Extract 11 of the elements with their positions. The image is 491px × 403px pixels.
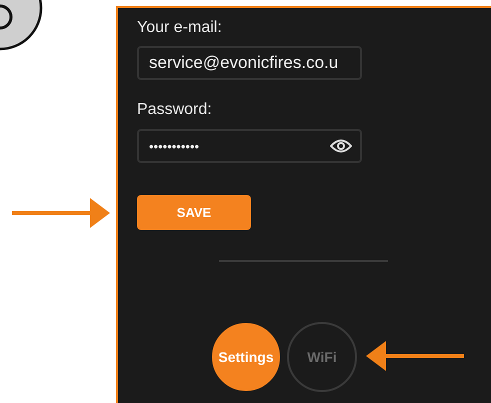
password-field[interactable]: ••••••••••• [137, 129, 362, 163]
save-button[interactable]: SAVE [137, 195, 251, 230]
password-label: Password: [137, 100, 212, 120]
nav-button[interactable]: WiFi [287, 322, 357, 392]
step-badge-drawing [0, 0, 44, 52]
arrow-left-icon [364, 339, 466, 373]
nav-button[interactable]: Settings [212, 323, 280, 391]
email-field[interactable]: service@evonicfires.co.u [137, 46, 362, 80]
email-label: Your e-mail: [137, 18, 222, 38]
arrow-right-icon [10, 196, 112, 230]
eye-icon[interactable] [330, 138, 352, 154]
